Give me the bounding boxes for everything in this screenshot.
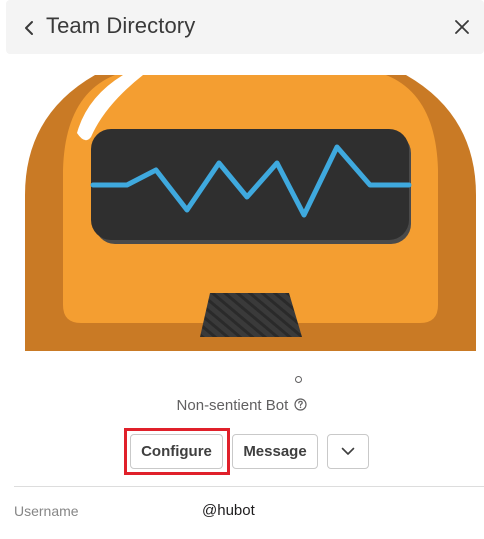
divider: [14, 486, 484, 487]
presence-indicator: [295, 376, 302, 383]
help-circle-icon[interactable]: [294, 398, 308, 411]
username-value: @hubot: [202, 502, 255, 519]
configure-button[interactable]: Configure: [130, 434, 223, 469]
page-title: Team Directory: [46, 13, 196, 38]
directory-header: Team Directory: [6, 0, 484, 54]
close-icon: [455, 20, 469, 34]
more-actions-button[interactable]: [327, 434, 369, 469]
hubot-robot-avatar: [25, 75, 476, 351]
chevron-left-icon: [25, 21, 33, 35]
username-label: Username: [14, 503, 79, 519]
profile-title: Non-sentient Bot: [0, 397, 484, 414]
close-button[interactable]: [452, 17, 472, 37]
profile-title-text: Non-sentient Bot: [176, 397, 289, 414]
back-button[interactable]: [19, 17, 39, 39]
chevron-down-icon: [341, 447, 355, 455]
message-button[interactable]: Message: [232, 434, 318, 469]
avatar: [25, 75, 476, 351]
